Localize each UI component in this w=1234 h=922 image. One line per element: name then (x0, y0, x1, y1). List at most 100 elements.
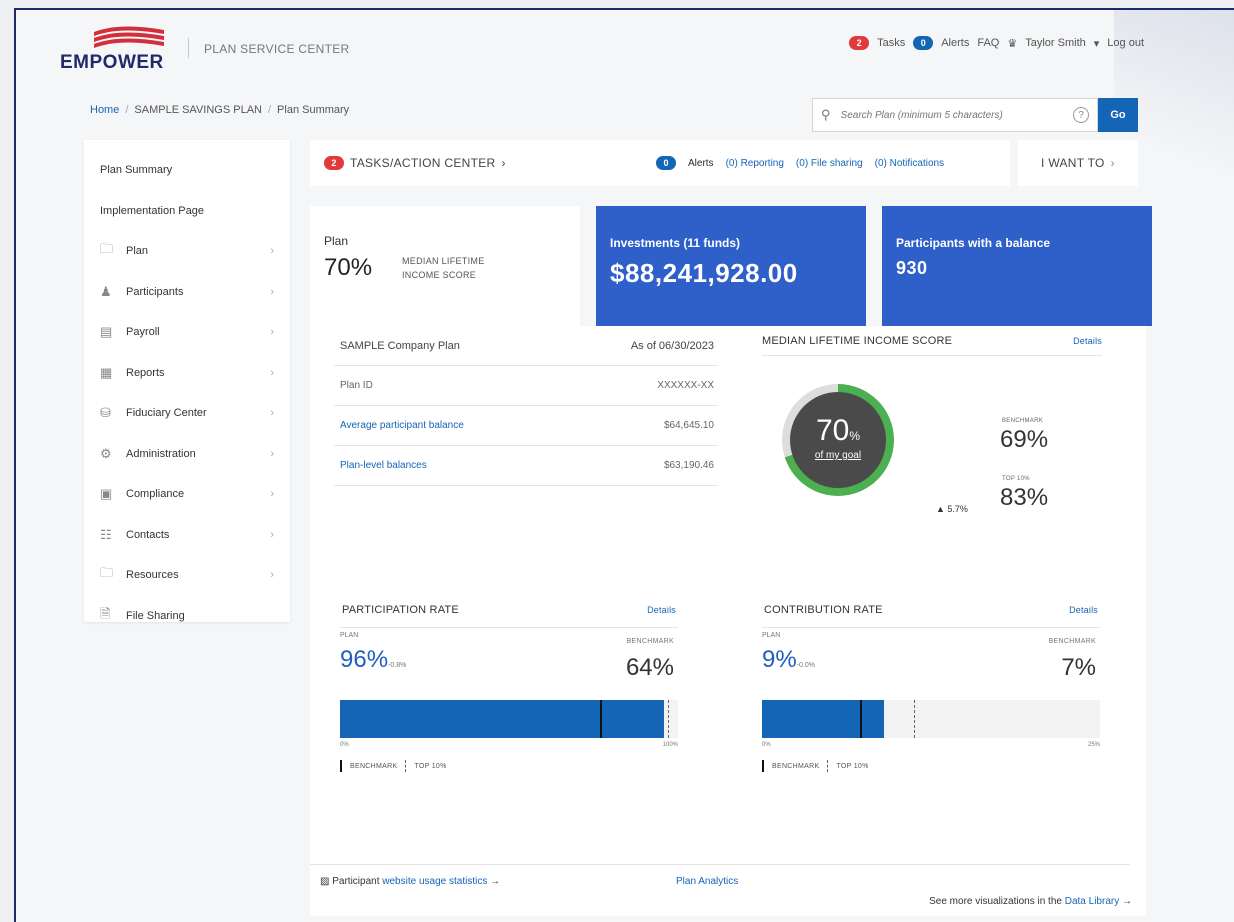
website-usage-statistics-link[interactable]: website usage statistics (382, 876, 487, 887)
empower-logo[interactable]: EMPOWER (60, 22, 170, 73)
reporting-link[interactable]: (0) Reporting (726, 158, 784, 169)
participant-prefix: Participant (332, 876, 380, 887)
plan-id-label: Plan ID (340, 380, 373, 391)
sidebar-item-plan[interactable]: 🗀 Plan › (84, 231, 290, 272)
logout-link[interactable]: Log out (1107, 37, 1144, 49)
notifications-link[interactable]: (0) Notifications (875, 158, 944, 169)
contribution-axis-min: 0% (762, 742, 771, 748)
score-delta: ▲ 5.7% (936, 504, 968, 514)
mlis-top10-value: 83% (1000, 484, 1049, 511)
benchmark-legend-swatch (340, 760, 342, 772)
table-row: Plan-level balances $63,190.46 (334, 446, 718, 486)
mlis-details-link[interactable]: Details (1073, 336, 1102, 346)
tasks-action-center-link[interactable]: 2 TASKS/ACTION CENTER › (324, 156, 506, 170)
contribution-benchmark-value: 7% (1061, 654, 1096, 681)
search-input[interactable] (840, 109, 1063, 121)
tasks-link[interactable]: Tasks (877, 37, 905, 49)
tasks-action-center-label: TASKS/ACTION CENTER (350, 156, 496, 170)
participation-legend: BENCHMARK TOP 10% (340, 760, 447, 772)
sidebar-item-reports[interactable]: ▦ Reports › (84, 353, 290, 394)
sidebar-item-resources[interactable]: 🗀 Resources › (84, 555, 290, 596)
data-library-link[interactable]: Data Library (1065, 896, 1119, 907)
plan-info-header: SAMPLE Company Plan As of 06/30/2023 (334, 326, 718, 366)
sidebar-item-file-sharing[interactable]: 🗎 File Sharing (84, 596, 290, 637)
participation-plan-value: 96% (340, 646, 389, 673)
average-balance-value: $64,645.10 (663, 420, 714, 431)
chevron-right-icon: › (270, 407, 274, 420)
table-row: Plan ID XXXXXX-XX (334, 366, 718, 406)
participation-benchmark-marker (600, 700, 603, 738)
chevron-right-icon: › (270, 326, 274, 339)
see-more-text: See more visualizations in the (929, 896, 1062, 907)
data-library-footer: See more visualizations in the Data Libr… (929, 896, 1132, 907)
tasks-count-badge[interactable]: 2 (849, 36, 870, 50)
panel-footer-divider (310, 864, 1130, 865)
chevron-right-icon: › (270, 528, 274, 541)
sidebar-item-label: Fiduciary Center (126, 407, 207, 420)
of-my-goal-link[interactable]: of my goal (790, 450, 886, 461)
payroll-icon: ▤ (100, 324, 113, 340)
kpi-plan-score-card: Plan 70% MEDIAN LIFETIME INCOME SCORE (310, 206, 580, 326)
top10-legend-swatch (827, 760, 829, 772)
contribution-rate-title: CONTRIBUTION RATE (764, 603, 883, 616)
i-want-to-button[interactable]: I WANT TO › (1018, 140, 1138, 186)
kpi-participants-card[interactable]: Participants with a balance 930 (882, 206, 1152, 326)
contribution-legend: BENCHMARK TOP 10% (762, 760, 869, 772)
sidebar-item-participants[interactable]: ♟ Participants › (84, 272, 290, 313)
breadcrumb-home[interactable]: Home (90, 104, 119, 116)
breadcrumb-plan[interactable]: SAMPLE SAVINGS PLAN (134, 104, 262, 116)
participation-bar-track (340, 700, 678, 738)
income-score-gauge: 70% of my goal (782, 384, 894, 496)
sidebar-item-plan-summary[interactable]: Plan Summary (84, 150, 290, 191)
sidebar-item-administration[interactable]: ⚙ Administration › (84, 434, 290, 475)
legend-benchmark-label: BENCHMARK (350, 762, 398, 770)
participation-benchmark-value: 64% (625, 654, 674, 681)
user-menu[interactable]: Taylor Smith (1025, 37, 1086, 49)
benchmark-legend-swatch (762, 760, 764, 772)
go-button[interactable]: Go (1098, 98, 1138, 132)
usage-stats-footer: ▨ Participant website usage statistics → (320, 876, 500, 887)
plan-analytics-link[interactable]: Plan Analytics (676, 876, 738, 887)
report-icon: ▦ (100, 364, 113, 380)
contribution-plan-value: 9% (762, 646, 797, 673)
database-icon: ⛁ (100, 405, 111, 421)
top10-legend-swatch (405, 760, 407, 772)
faq-link[interactable]: FAQ (977, 37, 999, 49)
breadcrumb-separator: / (267, 104, 272, 116)
alerts-count-badge[interactable]: 0 (913, 36, 934, 50)
search-icon: ⚲ (821, 107, 831, 122)
plan-search: ⚲ ? Go (812, 98, 1138, 132)
file-sharing-link[interactable]: (0) File sharing (796, 158, 863, 169)
brand-name: EMPOWER (60, 52, 164, 73)
participation-plan-value-group: 96%-0.8% (340, 646, 406, 674)
average-balance-link[interactable]: Average participant balance (340, 420, 464, 431)
contribution-details-link[interactable]: Details (1069, 605, 1098, 615)
kpi-plan-sub: MEDIAN LIFETIME INCOME SCORE (402, 254, 485, 282)
file-icon: 🗎 (100, 605, 111, 621)
plan-info-table: SAMPLE Company Plan As of 06/30/2023 Pla… (334, 326, 718, 486)
sidebar-item-payroll[interactable]: ▤ Payroll › (84, 312, 290, 353)
participation-axis-max: 100% (662, 742, 678, 748)
sidebar-item-implementation-page[interactable]: Implementation Page (84, 191, 290, 232)
sidebar-item-fiduciary-center[interactable]: ⛁ Fiduciary Center › (84, 393, 290, 434)
chevron-right-icon: › (270, 447, 274, 460)
participation-axis-min: 0% (340, 742, 349, 748)
kpi-investments-card[interactable]: Investments (11 funds) $88,241,928.00 (596, 206, 866, 326)
sidebar-item-contacts[interactable]: ☷ Contacts › (84, 515, 290, 556)
contribution-rate-header: CONTRIBUTION RATE Details (762, 592, 1100, 628)
alerts-link[interactable]: Alerts (941, 37, 969, 49)
help-icon[interactable]: ? (1073, 107, 1089, 123)
service-title: PLAN SERVICE CENTER (204, 42, 350, 56)
folder-icon: 🗀 (100, 565, 114, 581)
contribution-plan-value-group: 9%-0.0% (762, 646, 815, 674)
alerts-count-badge: 0 (656, 156, 676, 170)
breadcrumb-separator: / (125, 104, 129, 116)
plan-level-balances-link[interactable]: Plan-level balances (340, 460, 427, 471)
table-row: Average participant balance $64,645.10 (334, 406, 718, 446)
participation-details-link[interactable]: Details (647, 605, 676, 615)
arrow-right-icon: → (1122, 896, 1132, 907)
header-divider (188, 38, 189, 58)
sidebar-item-compliance[interactable]: ▣ Compliance › (84, 474, 290, 515)
plan-name: SAMPLE Company Plan (340, 339, 460, 352)
chevron-down-icon[interactable]: ▾ (1094, 37, 1100, 50)
